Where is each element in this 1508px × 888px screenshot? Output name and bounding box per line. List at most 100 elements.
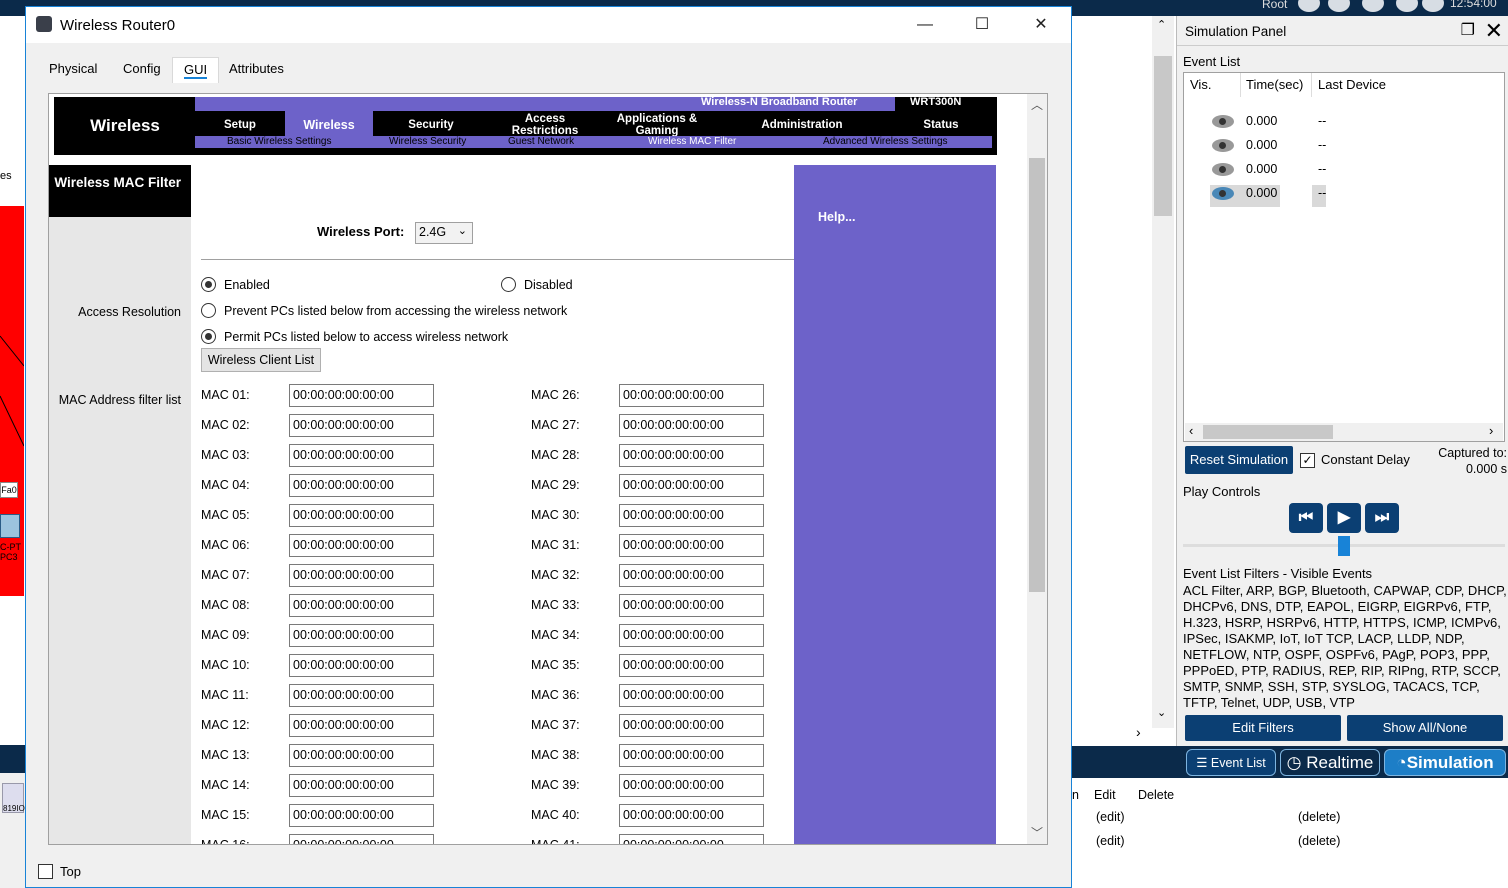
mac-address-input[interactable]: 00:00:00:00:00:00	[289, 594, 434, 617]
scroll-down-icon[interactable]: ﹀	[1031, 824, 1043, 841]
mac-address-input[interactable]: 00:00:00:00:00:00	[289, 504, 434, 527]
reset-simulation-button[interactable]: Reset Simulation	[1185, 446, 1293, 474]
top-checkbox[interactable]	[38, 864, 53, 879]
mac-address-input[interactable]: 00:00:00:00:00:00	[289, 534, 434, 557]
realtime-button[interactable]: ◷ Realtime	[1280, 749, 1380, 776]
scroll-right-icon[interactable]: ›	[1136, 724, 1141, 740]
menu-access-restrictions[interactable]: Access Restrictions	[493, 111, 597, 139]
speed-slider-handle[interactable]	[1338, 536, 1350, 556]
mac-address-input[interactable]: 00:00:00:00:00:00	[289, 774, 434, 797]
visibility-eye-icon[interactable]	[1212, 187, 1234, 200]
step-back-icon[interactable]: ⏮	[1289, 503, 1323, 533]
visibility-eye-icon[interactable]	[1212, 139, 1234, 152]
mac-address-input[interactable]: 00:00:00:00:00:00	[619, 534, 764, 557]
mac-address-input[interactable]: 00:00:00:00:00:00	[619, 414, 764, 437]
add-icon[interactable]	[1328, 0, 1350, 12]
mac-address-input[interactable]: 00:00:00:00:00:00	[619, 624, 764, 647]
menu-security[interactable]: Security	[375, 111, 487, 139]
mac-address-input[interactable]: 00:00:00:00:00:00	[619, 804, 764, 827]
gui-scrollbar[interactable]: ︿ ﹀	[1027, 94, 1047, 844]
submenu-advanced[interactable]: Advanced Wireless Settings	[823, 136, 948, 148]
mac-address-input[interactable]: 00:00:00:00:00:00	[289, 474, 434, 497]
visibility-eye-icon[interactable]	[1212, 115, 1234, 128]
scroll-down-icon[interactable]: ⌄	[1157, 706, 1166, 719]
scroll-left-icon[interactable]: ‹	[1189, 423, 1193, 438]
permit-radio[interactable]	[201, 329, 216, 344]
scroll-thumb[interactable]	[1029, 158, 1045, 592]
delete-link[interactable]: (delete)	[1298, 810, 1340, 824]
mac-address-input[interactable]: 00:00:00:00:00:00	[619, 834, 764, 844]
maximize-button[interactable]: ☐	[959, 11, 1005, 39]
mac-address-input[interactable]: 00:00:00:00:00:00	[289, 744, 434, 767]
edit-link[interactable]: (edit)	[1096, 834, 1124, 848]
show-all-button[interactable]: Show All/None	[1347, 715, 1503, 741]
mac-address-input[interactable]: 00:00:00:00:00:00	[289, 714, 434, 737]
restore-icon[interactable]: ❐	[1461, 20, 1475, 40]
edit-filters-button[interactable]: Edit Filters	[1185, 715, 1341, 741]
delete-link[interactable]: (delete)	[1298, 834, 1340, 848]
disabled-radio[interactable]	[501, 277, 516, 292]
submenu-basic[interactable]: Basic Wireless Settings	[227, 136, 331, 148]
mac-address-input[interactable]: 00:00:00:00:00:00	[619, 474, 764, 497]
mac-address-input[interactable]: 00:00:00:00:00:00	[289, 654, 434, 677]
mac-address-input[interactable]: 00:00:00:00:00:00	[619, 744, 764, 767]
mac-address-input[interactable]: 00:00:00:00:00:00	[619, 714, 764, 737]
mac-address-input[interactable]: 00:00:00:00:00:00	[289, 414, 434, 437]
step-forward-icon[interactable]: ⏭	[1365, 503, 1399, 533]
router-device-icon[interactable]: 819IO	[2, 783, 25, 813]
mac-address-input[interactable]: 00:00:00:00:00:00	[619, 654, 764, 677]
edit-link[interactable]: (edit)	[1096, 810, 1124, 824]
tab-config[interactable]: Config	[112, 57, 172, 83]
wireless-client-list-button[interactable]: Wireless Client List	[201, 348, 321, 372]
col-vis[interactable]: Vis.	[1190, 77, 1211, 92]
submenu-mac-filter[interactable]: Wireless MAC Filter	[648, 136, 736, 148]
play-icon[interactable]: ▶	[1327, 503, 1361, 533]
menu-administration[interactable]: Administration	[737, 111, 867, 139]
submenu-guest[interactable]: Guest Network	[508, 136, 574, 148]
mac-address-input[interactable]: 00:00:00:00:00:00	[619, 444, 764, 467]
workspace-hscroll[interactable]: ›	[1072, 722, 1152, 744]
constant-delay-checkbox[interactable]: ✓	[1300, 453, 1315, 468]
network-icon[interactable]	[1298, 0, 1320, 12]
mac-address-input[interactable]: 00:00:00:00:00:00	[619, 684, 764, 707]
help-link[interactable]: Help...	[818, 210, 856, 224]
event-list-toggle[interactable]: ☰ Event List	[1186, 749, 1276, 776]
mac-address-input[interactable]: 00:00:00:00:00:00	[289, 384, 434, 407]
scroll-thumb[interactable]	[1203, 425, 1333, 439]
warning-icon[interactable]	[1396, 0, 1418, 12]
menu-applications-gaming[interactable]: Applications & Gaming	[605, 111, 709, 139]
mac-address-input[interactable]: 00:00:00:00:00:00	[619, 504, 764, 527]
globe-icon[interactable]	[1422, 0, 1444, 12]
mac-address-input[interactable]: 00:00:00:00:00:00	[619, 594, 764, 617]
mac-address-input[interactable]: 00:00:00:00:00:00	[289, 804, 434, 827]
simulation-button[interactable]: ◔Simulation	[1384, 749, 1506, 776]
scroll-right-icon[interactable]: ›	[1489, 423, 1493, 438]
mac-address-input[interactable]: 00:00:00:00:00:00	[289, 624, 434, 647]
pc-icon[interactable]	[0, 514, 20, 538]
event-list-hscroll[interactable]: ‹ ›	[1185, 423, 1503, 441]
submenu-security[interactable]: Wireless Security	[389, 136, 466, 148]
wireless-port-select[interactable]: 2.4G ⌄	[415, 222, 473, 244]
scroll-up-icon[interactable]: ︿	[1031, 96, 1043, 113]
mac-address-input[interactable]: 00:00:00:00:00:00	[289, 444, 434, 467]
mac-address-input[interactable]: 00:00:00:00:00:00	[289, 564, 434, 587]
workspace-scrollbar[interactable]: ⌃ ⌄	[1152, 16, 1174, 728]
visibility-eye-icon[interactable]	[1212, 163, 1234, 176]
scroll-thumb[interactable]	[1154, 56, 1172, 216]
prevent-radio[interactable]	[201, 303, 216, 318]
move-icon[interactable]	[1362, 0, 1384, 12]
enabled-radio[interactable]	[201, 277, 216, 292]
tab-physical[interactable]: Physical	[38, 57, 108, 83]
mac-address-input[interactable]: 00:00:00:00:00:00	[619, 564, 764, 587]
mac-address-input[interactable]: 00:00:00:00:00:00	[289, 834, 434, 844]
mac-address-input[interactable]: 00:00:00:00:00:00	[289, 684, 434, 707]
mac-address-input[interactable]: 00:00:00:00:00:00	[619, 384, 764, 407]
col-last-device[interactable]: Last Device	[1318, 77, 1386, 92]
menu-setup[interactable]: Setup	[195, 111, 285, 139]
scroll-up-icon[interactable]: ⌃	[1157, 18, 1166, 31]
close-icon[interactable]: ✕	[1485, 18, 1503, 44]
menu-wireless[interactable]: Wireless	[285, 111, 373, 139]
tab-gui[interactable]: GUI	[172, 57, 220, 83]
menu-status[interactable]: Status	[901, 111, 981, 139]
col-time[interactable]: Time(sec)	[1246, 77, 1303, 92]
